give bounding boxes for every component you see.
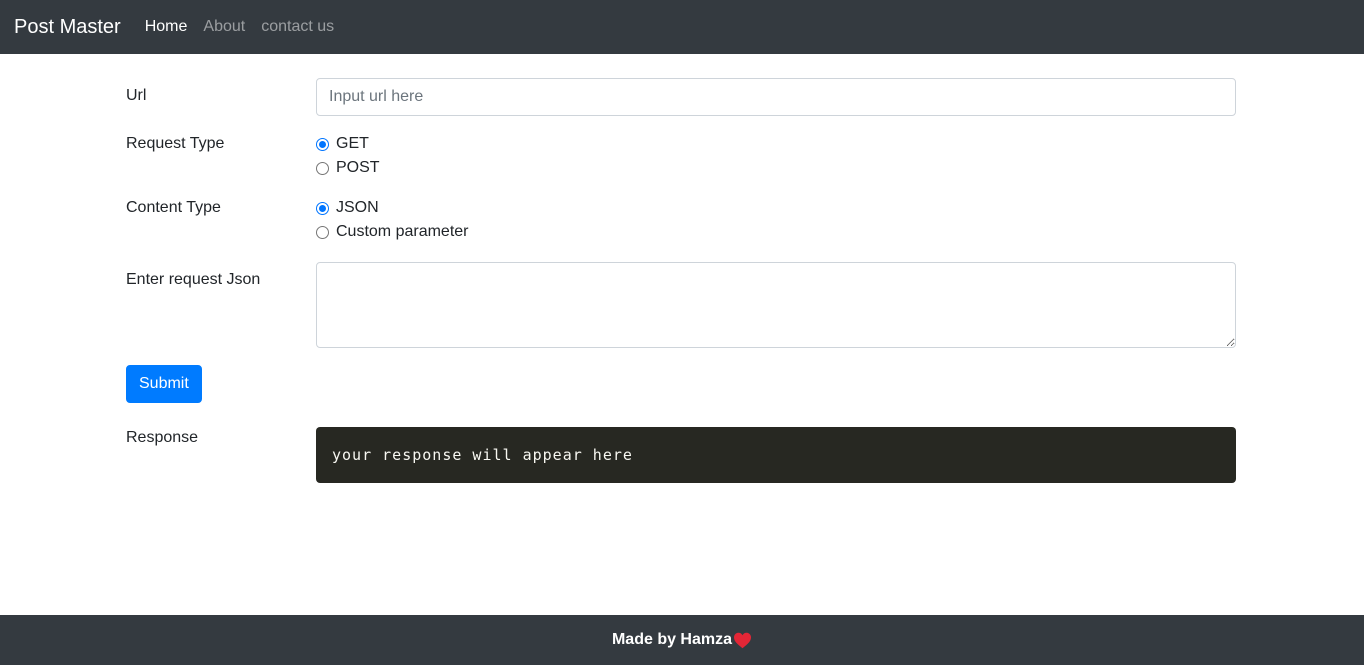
- request-json-textarea[interactable]: [316, 262, 1236, 348]
- footer: Made by Hamza: [0, 615, 1364, 665]
- url-input[interactable]: [316, 78, 1236, 116]
- content-type-custom-option[interactable]: Custom parameter: [316, 220, 1236, 244]
- heart-icon: [734, 632, 752, 648]
- response-label: Response: [126, 429, 199, 446]
- response-output: your response will appear here: [316, 427, 1236, 483]
- get-radio-label: GET: [336, 135, 369, 152]
- json-radio[interactable]: [316, 201, 329, 215]
- submit-row: Submit: [126, 365, 1236, 403]
- nav-link-contact[interactable]: contact us: [261, 18, 334, 36]
- response-text: your response will appear here: [332, 446, 633, 464]
- get-radio[interactable]: [316, 137, 329, 151]
- url-label: Url: [126, 87, 147, 104]
- nav-link-home[interactable]: Home: [145, 18, 188, 36]
- nav-link-about[interactable]: About: [203, 18, 245, 36]
- json-radio-label: JSON: [336, 199, 379, 216]
- request-type-post-option[interactable]: POST: [316, 156, 1236, 180]
- request-type-get-option[interactable]: GET: [316, 132, 1236, 156]
- post-radio[interactable]: [316, 161, 329, 175]
- request-form: Url Request Type GET POST Content Type J…: [126, 54, 1236, 483]
- request-type-label: Request Type: [126, 135, 225, 152]
- content-type-label: Content Type: [126, 199, 221, 216]
- url-row: Url: [126, 78, 1236, 116]
- content-type-row: Content Type JSON Custom parameter: [126, 196, 1236, 244]
- submit-button[interactable]: Submit: [126, 365, 202, 403]
- custom-parameter-radio[interactable]: [316, 225, 329, 239]
- content-type-json-option[interactable]: JSON: [316, 196, 1236, 220]
- response-row: Response your response will appear here: [126, 427, 1236, 483]
- request-type-row: Request Type GET POST: [126, 132, 1236, 180]
- top-navbar: Post Master Home About contact us: [0, 0, 1364, 54]
- brand-logo-link[interactable]: Post Master: [14, 16, 121, 39]
- footer-credit-text: Made by Hamza: [611, 631, 733, 648]
- custom-parameter-radio-label: Custom parameter: [336, 223, 469, 240]
- request-json-label: Enter request Json: [126, 271, 261, 288]
- request-json-row: Enter request Json: [126, 262, 1236, 353]
- post-radio-label: POST: [336, 159, 380, 176]
